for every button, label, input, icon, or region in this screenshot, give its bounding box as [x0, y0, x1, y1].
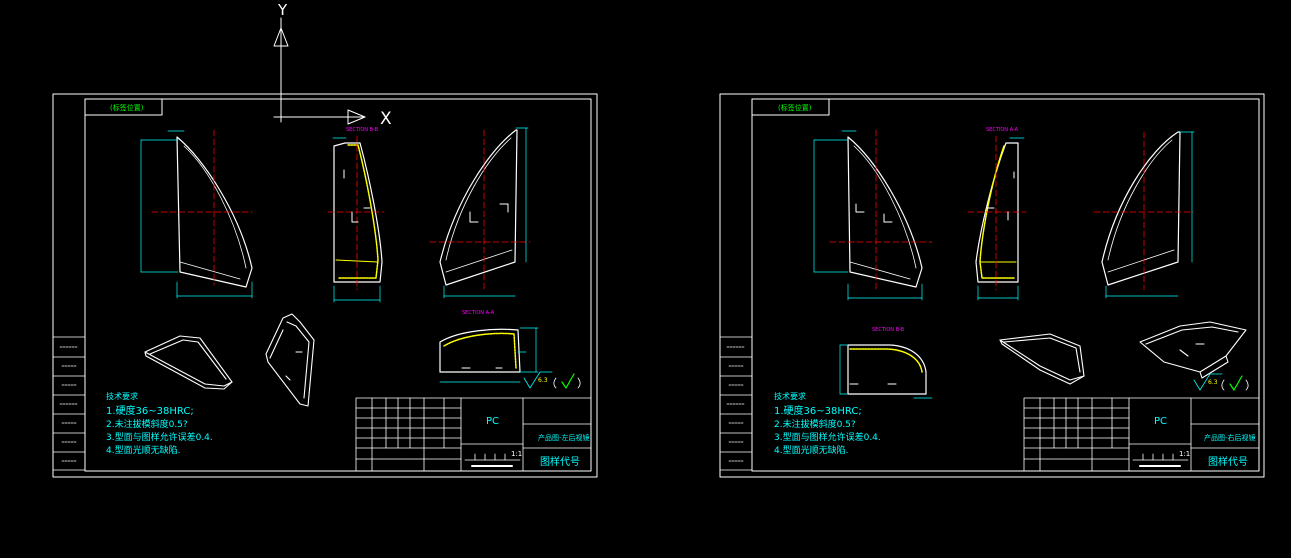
- side-view[interactable]: [429, 127, 531, 299]
- roughness-value: 6.3: [538, 377, 548, 384]
- iso-view-2[interactable]: [1139, 321, 1247, 379]
- section-label: SECTION B-B: [872, 327, 905, 333]
- drawing-number-label: 图样代号: [540, 455, 580, 468]
- roughness-value: 6.3: [1208, 379, 1218, 386]
- section-view-b[interactable]: SECTION B-B: [839, 327, 933, 399]
- iso-view-1[interactable]: [144, 335, 233, 390]
- drawing-sheet-right[interactable]: (标签位置) SECTION A-A SECTION B-B 6.3 技术要求 …: [719, 93, 1265, 478]
- note-3: 3.型面与图样允许误差0.4.: [106, 431, 213, 443]
- note-2: 2.未注拔模斜度0.5?: [106, 418, 188, 430]
- surface-roughness-symbol: 6.3: [1193, 373, 1249, 391]
- scale-text: 1:1: [511, 450, 522, 458]
- drawing-sheet-left[interactable]: (标签位置) SECTION B-B SECTION A-A 6.3 技术要求 …: [52, 93, 598, 478]
- ucs-icon: Y X: [273, 1, 392, 129]
- title-block[interactable]: PC 产品图-左后视镜 图样代号 1:1: [355, 397, 592, 472]
- title-block[interactable]: PC 产品图-右后视镜 图样代号 1:1: [1023, 397, 1260, 472]
- side-view[interactable]: [1093, 131, 1195, 299]
- note-4: 4.型面光顺无缺陷.: [106, 444, 180, 456]
- note-1: 1.硬度36~38HRC;: [106, 404, 194, 417]
- scale-text: 1:1: [1179, 450, 1190, 458]
- material-text: PC: [1154, 416, 1167, 427]
- surface-roughness-symbol: 6.3: [523, 371, 581, 389]
- revision-strip: [52, 336, 86, 471]
- front-view[interactable]: [140, 129, 253, 299]
- technical-notes: 技术要求 1.硬度36~38HRC; 2.未注拔模斜度0.5? 3.型面与图样允…: [106, 391, 213, 456]
- technical-notes: 技术要求 1.硬度36~38HRC; 2.未注拔模斜度0.5? 3.型面与图样允…: [774, 391, 881, 456]
- drawing-number-label: 图样代号: [1208, 455, 1248, 468]
- iso-view-2[interactable]: [265, 313, 315, 407]
- note-4: 4.型面光顺无缺陷.: [774, 444, 848, 456]
- section-label: SECTION A-A: [462, 310, 495, 316]
- note-2: 2.未注拔模斜度0.5?: [774, 418, 856, 430]
- section-view-a[interactable]: SECTION A-A: [967, 127, 1027, 301]
- ucs-y-label: Y: [277, 1, 288, 19]
- note-1: 1.硬度36~38HRC;: [774, 404, 862, 417]
- revision-strip: [719, 336, 753, 471]
- product-name: 产品图-左后视镜: [538, 433, 590, 442]
- ucs-x-label: X: [380, 109, 392, 129]
- iso-view-1[interactable]: [999, 333, 1085, 385]
- section-label: SECTION A-A: [986, 127, 1019, 133]
- product-name: 产品图-右后视镜: [1204, 433, 1256, 442]
- front-view[interactable]: [813, 129, 933, 301]
- section-view-b[interactable]: SECTION B-B: [327, 127, 385, 303]
- cad-model-space[interactable]: Y X (标签位置) SECTION B-B SECTION A-A 6.3 技…: [0, 0, 1291, 558]
- section-view-a[interactable]: SECTION A-A: [439, 310, 539, 383]
- notes-heading: 技术要求: [106, 391, 138, 401]
- title-tag: (标签位置): [110, 103, 144, 112]
- section-label: SECTION B-B: [346, 127, 379, 133]
- material-text: PC: [486, 416, 499, 427]
- notes-heading: 技术要求: [774, 391, 806, 401]
- note-3: 3.型面与图样允许误差0.4.: [774, 431, 881, 443]
- title-tag: (标签位置): [778, 103, 812, 112]
